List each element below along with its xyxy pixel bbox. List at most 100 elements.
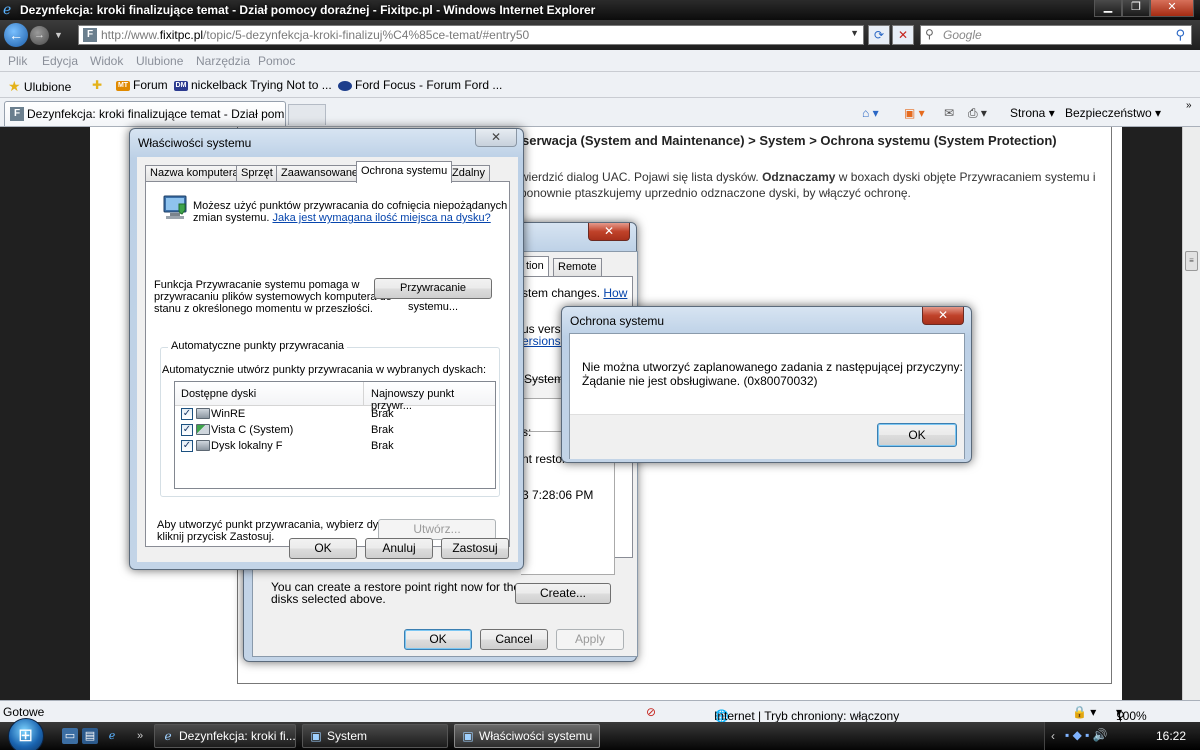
popup-blocker-icon[interactable]: ⊘: [646, 705, 656, 719]
switch-windows-icon[interactable]: ▤: [82, 728, 98, 744]
system-icon: ▣: [310, 729, 322, 743]
props-apply-button[interactable]: Zastosuj: [441, 538, 509, 559]
nickelback-favicon: DM: [174, 80, 188, 91]
favorites-button[interactable]: ★ Ulubione: [8, 78, 71, 95]
minimize-button[interactable]: ▁: [1094, 0, 1122, 17]
new-tab-button[interactable]: [288, 104, 326, 125]
vertical-scrollbar[interactable]: ≡: [1182, 127, 1200, 700]
system-apply-button[interactable]: Apply: [556, 629, 624, 650]
system-dialog-close-button[interactable]: ✕: [588, 223, 630, 241]
disk-row-local-f[interactable]: ✓ Dysk lokalny F Brak: [175, 438, 495, 454]
menu-item-narzedzia[interactable]: Narzędzia: [196, 54, 250, 68]
article-bold-text: Odznaczamy: [762, 170, 836, 184]
favorite-forum[interactable]: MT Forum: [116, 78, 168, 92]
ie-titlebar: ℯ Dezynfekcja: kroki finalizujące temat …: [0, 0, 1200, 20]
intro-text-2: zmian systemu. Jaka jest wymagana ilość …: [193, 212, 491, 224]
taskbar-ie-button[interactable]: ℯ Dezynfekcja: kroki fi...: [154, 724, 296, 748]
address-dropdown-icon[interactable]: ▼: [850, 28, 859, 38]
menu-item-edycja[interactable]: Edycja: [42, 54, 78, 68]
create-button[interactable]: Create...: [515, 583, 611, 604]
disk-name: Vista C (System): [211, 424, 294, 436]
stop-button[interactable]: ✕: [892, 25, 914, 45]
tab-dezynfekcja[interactable]: F Dezynfekcja: kroki finalizujące temat …: [4, 101, 286, 126]
security-zone-label: Internet | Tryb chroniony: włączony: [714, 709, 900, 723]
history-dropdown-icon[interactable]: ▼: [54, 30, 63, 40]
menu-item-pomoc[interactable]: Pomoc: [258, 54, 295, 68]
tray-icons[interactable]: ▪ ◆ ▪ 🔊: [1065, 728, 1108, 742]
dialog-title: Właściwości systemu: [138, 136, 252, 150]
system-drive-icon: [196, 424, 210, 435]
disk-name: Dysk lokalny F: [211, 440, 283, 452]
favorite-nickelback-label: nickelback Trying Not to ...: [191, 78, 332, 92]
search-go-icon[interactable]: ⚲: [1175, 27, 1185, 43]
tab-advanced[interactable]: Zaawansowane: [276, 165, 364, 182]
close-window-button[interactable]: ✕: [1150, 0, 1194, 17]
tab-label: Dezynfekcja: kroki finalizujące temat - …: [27, 107, 286, 121]
create-desc-2: kliknij przycisk Zastosuj.: [157, 531, 275, 543]
system-properties-dialog: Właściwości systemu ✕ Nazwa komputera Sp…: [129, 128, 524, 570]
tab-system-protection[interactable]: Ochrona systemu: [356, 161, 453, 183]
disk-checkbox-local-f[interactable]: ✓: [181, 440, 193, 452]
safety-menu[interactable]: Bezpieczeństwo ▾: [1065, 106, 1161, 120]
disk-row-winre[interactable]: ✓ WinRE Brak: [175, 406, 495, 422]
quicklaunch-chevron-icon[interactable]: »: [132, 728, 148, 744]
disk-checkbox-vista-c[interactable]: ✓: [181, 424, 193, 436]
article-heading: serwacja (System and Maintenance) > Syst…: [522, 133, 1057, 148]
auto-restore-group-label: Automatyczne punkty przywracania: [168, 340, 348, 352]
tab-remote[interactable]: Zdalny: [447, 165, 491, 182]
system-cancel-button[interactable]: Cancel: [480, 629, 548, 650]
props-close-button[interactable]: ✕: [475, 129, 517, 147]
props-cancel-button[interactable]: Anuluj: [365, 538, 433, 559]
start-button[interactable]: [8, 718, 44, 750]
search-input[interactable]: ⚲ Google ⚲: [920, 25, 1192, 45]
menu-item-widok[interactable]: Widok: [90, 54, 123, 68]
protected-mode-dropdown-icon[interactable]: 🔒 ▾: [1072, 705, 1096, 719]
error-close-button[interactable]: ✕: [922, 307, 964, 325]
mail-icon[interactable]: ✉: [944, 106, 954, 120]
taskbar-props-button[interactable]: ▣ Właściwości systemu: [454, 724, 600, 748]
menu-bar: Plik Edycja Widok Ulubione Narzędzia Pom…: [0, 50, 1200, 72]
clock[interactable]: 16:22: [1156, 729, 1186, 743]
favorite-nickelback[interactable]: DM nickelback Trying Not to ...: [174, 78, 332, 92]
home-icon[interactable]: ⌂ ▾: [862, 106, 879, 120]
print-icon[interactable]: ⎙ ▾: [968, 106, 987, 121]
tray-expand-icon[interactable]: ‹: [1051, 729, 1055, 743]
system-protection-panel: Możesz użyć punktów przywracania do cofn…: [145, 181, 510, 547]
error-dialog-title: Ochrona systemu: [570, 314, 665, 328]
taskbar-system-button[interactable]: ▣ System: [302, 724, 448, 748]
forward-button[interactable]: →: [30, 26, 49, 45]
tab-computer-name[interactable]: Nazwa komputera: [145, 165, 244, 182]
feeds-icon[interactable]: ▣ ▾: [904, 106, 925, 120]
create-restore-point-button[interactable]: Utwórz...: [378, 519, 496, 540]
restore-desc-3: stanu z określonego momentu w przeszłośc…: [154, 303, 373, 315]
scrollbar-thumb[interactable]: ≡: [1185, 251, 1198, 271]
system-restore-button[interactable]: Przywracanie systemu...: [374, 278, 492, 313]
maximize-button[interactable]: ❐: [1122, 0, 1150, 17]
back-button[interactable]: ←: [4, 23, 28, 47]
column-available-disks[interactable]: Dostępne dyski: [181, 388, 256, 400]
add-favorite-icon[interactable]: ✚: [92, 78, 102, 92]
how-link[interactable]: How: [603, 286, 627, 300]
refresh-button[interactable]: ⟳: [868, 25, 890, 45]
props-ok-button[interactable]: OK: [289, 538, 357, 559]
menu-item-plik[interactable]: Plik: [8, 54, 27, 68]
menu-item-ulubione[interactable]: Ulubione: [136, 54, 183, 68]
disk-checkbox-winre[interactable]: ✓: [181, 408, 193, 420]
page-menu[interactable]: Strona ▾: [1010, 106, 1055, 120]
chevron-right-icon[interactable]: »: [1186, 100, 1192, 111]
address-input[interactable]: F http://www.fixitpc.pl/topic/5-dezynfek…: [78, 25, 864, 45]
disk-space-help-link[interactable]: Jaka jest wymagana ilość miejsca na dysk…: [272, 212, 490, 224]
article-paragraph-1: wierdzić dialog UAC. Pojawi się lista dy…: [520, 168, 1096, 186]
disks-list[interactable]: Dostępne dyski Najnowszy punkt przywr...…: [174, 381, 496, 489]
tab-remote[interactable]: Remote: [553, 258, 602, 276]
error-ok-button[interactable]: OK: [877, 423, 957, 447]
url-host: fixitpc.pl: [159, 28, 204, 42]
tab-fragment[interactable]: tion: [521, 256, 549, 276]
disk-row-vista-c[interactable]: ✓ Vista C (System) Brak: [175, 422, 495, 438]
tab-hardware[interactable]: Sprzęt: [236, 165, 278, 182]
internet-explorer-quicklaunch-icon[interactable]: ℯ: [104, 728, 120, 744]
show-desktop-icon[interactable]: ▭: [62, 728, 78, 744]
system-ok-button[interactable]: OK: [404, 629, 472, 650]
favorite-ford-focus[interactable]: Ford Focus - Forum Ford ...: [338, 78, 502, 92]
zoom-control[interactable]: ⚲ 100% ▾: [1116, 705, 1147, 723]
